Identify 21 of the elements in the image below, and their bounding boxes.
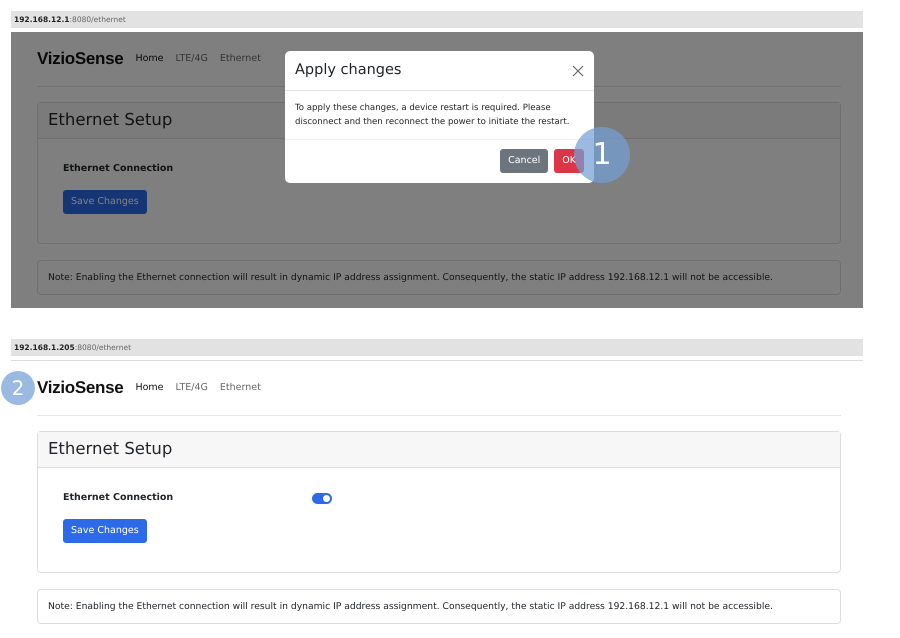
save-button[interactable]: Save Changes bbox=[63, 519, 147, 544]
note-text: Note: Enabling the Ethernet connection will result in dynamic IP address assignment. Consequently, the static IP address 192.168.12.1 will not be accessible. bbox=[37, 260, 841, 295]
dialog-message: To apply these changes, a device restart is required. Please disconnect and then reconnect the power to initiate the restart. bbox=[294, 102, 570, 129]
field-label: Ethernet Connection bbox=[63, 162, 174, 176]
nav-link[interactable]: Ethernet bbox=[220, 380, 261, 396]
nav-link[interactable]: LTE/4G bbox=[176, 52, 208, 66]
cancel-button[interactable]: Cancel bbox=[500, 148, 548, 174]
logo[interactable]: VizioSense bbox=[37, 375, 124, 401]
nav-link[interactable]: Home bbox=[135, 52, 164, 66]
toggle-switch[interactable] bbox=[312, 492, 332, 504]
dialog-title: Apply changes bbox=[295, 60, 402, 80]
nav-link[interactable]: Ethernet bbox=[220, 52, 261, 66]
field-label: Ethernet Connection bbox=[63, 490, 174, 505]
nav-link[interactable]: LTE/4G bbox=[176, 380, 208, 396]
nav-link[interactable]: Home bbox=[135, 380, 164, 396]
close-icon[interactable] bbox=[572, 64, 584, 76]
save-button[interactable]: Save Changes bbox=[63, 190, 147, 214]
step-badge: 2 bbox=[1, 371, 35, 405]
card-title: Ethernet Setup bbox=[38, 432, 840, 468]
note-text: Note: Enabling the Ethernet connection will result in dynamic IP address assignment. Consequently, the static IP address 192.168.12.1 will not be accessible. bbox=[37, 589, 841, 624]
logo[interactable]: VizioSense bbox=[37, 46, 124, 72]
